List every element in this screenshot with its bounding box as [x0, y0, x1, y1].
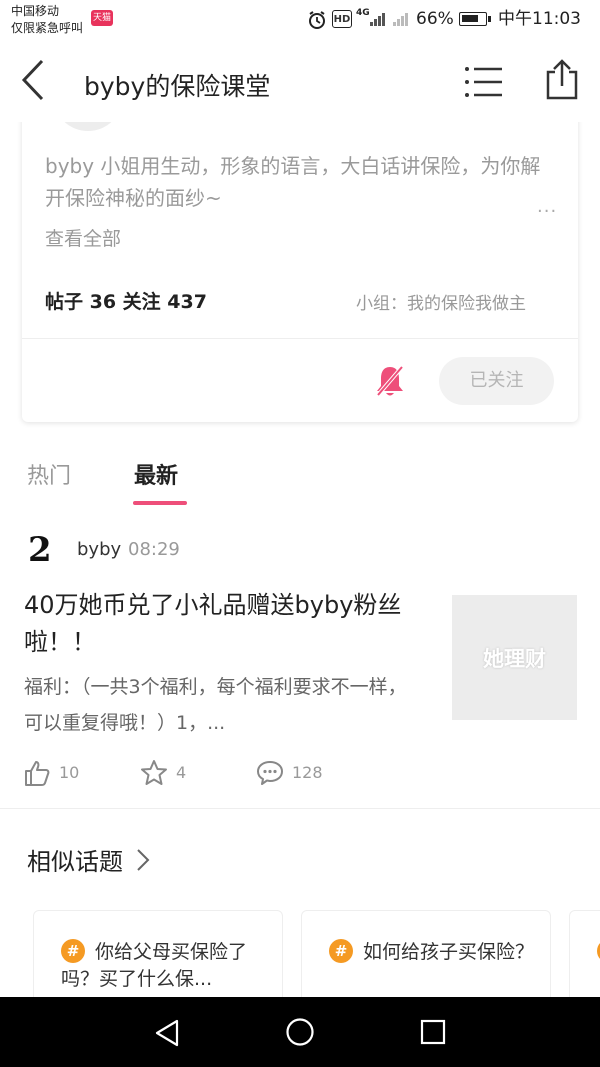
similar-topics-heading[interactable]: 相似话题 [27, 842, 151, 877]
post-time: 08:29 [128, 539, 180, 560]
list-menu-icon[interactable] [464, 65, 504, 99]
clock: 中午11:03 [498, 9, 581, 29]
similar-topics-title: 相似话题 [27, 848, 123, 876]
star-icon [141, 760, 167, 785]
author-avatar[interactable]: 2 [28, 532, 58, 568]
like-count: 10 [59, 763, 80, 782]
alarm-icon [309, 11, 325, 29]
tab-active-indicator [133, 501, 187, 505]
signal-no-service-icon [393, 12, 409, 26]
signal-icon [370, 12, 386, 26]
tab-hot[interactable]: 热门 [27, 458, 71, 490]
battery-percent: 66% [416, 9, 454, 29]
tab-latest[interactable]: 最新 [134, 458, 178, 490]
tmall-badge-icon: 天猫 [91, 10, 113, 26]
carrier-name: 中国移动 [11, 4, 60, 18]
post-title[interactable]: 40万她币兑了小礼品赠送byby粉丝啦！！ [24, 587, 434, 661]
post-author[interactable]: byby [77, 539, 121, 560]
page-title: byby的保险课堂 [84, 72, 271, 101]
battery-icon [459, 12, 491, 26]
post-thumbnail[interactable]: 她理财 [452, 595, 577, 720]
top-app-bar: byby的保险课堂 [0, 40, 600, 122]
hd-indicator: HD [332, 10, 352, 28]
post-excerpt[interactable]: 福利：（一共3个福利，每个福利要求不一样，可以重复得哦！）1，... [24, 669, 424, 741]
comment-count: 128 [292, 763, 323, 782]
section-divider [0, 808, 600, 809]
back-chevron-icon[interactable] [20, 59, 46, 101]
see-all-link[interactable]: 查看全部 [45, 224, 121, 251]
thumbs-up-icon [25, 761, 50, 786]
status-bar: 中国移动 仅限紧急呼叫 天猫 HD 4G 66% 中午11:03 [0, 0, 600, 40]
chevron-right-icon [136, 849, 150, 871]
comment-icon [257, 761, 283, 785]
bell-off-icon[interactable] [373, 363, 407, 399]
follow-button[interactable]: 已关注 [439, 357, 554, 405]
post-follow-stats: 帖子 36 关注 437 [45, 291, 207, 313]
comment-button[interactable]: 128 [256, 759, 323, 787]
card-divider [22, 338, 578, 339]
network-type: 4G [356, 8, 370, 18]
thumbnail-watermark: 她理财 [483, 646, 546, 671]
carrier-status: 仅限紧急呼叫 [11, 21, 84, 35]
nav-home-icon[interactable] [285, 1017, 315, 1047]
favorite-count: 4 [176, 763, 187, 782]
group-link[interactable]: 小组：我的保险我做主 [356, 289, 526, 314]
group-description: byby 小姐用生动，形象的语言，大白话讲保险，为你解开保险神秘的面纱~ [45, 154, 541, 210]
share-icon[interactable] [545, 58, 579, 100]
system-navigation-bar [0, 997, 600, 1067]
more-icon[interactable]: ... [537, 196, 557, 217]
topic-title: 你给父母买保险了吗？买了什么保... [61, 941, 248, 990]
like-button[interactable]: 10 [23, 759, 79, 787]
nav-recents-icon[interactable] [420, 1019, 446, 1045]
nav-back-icon[interactable] [154, 1019, 180, 1047]
favorite-button[interactable]: 4 [140, 759, 186, 787]
topic-title: 如何给孩子买保险？ [363, 941, 535, 963]
